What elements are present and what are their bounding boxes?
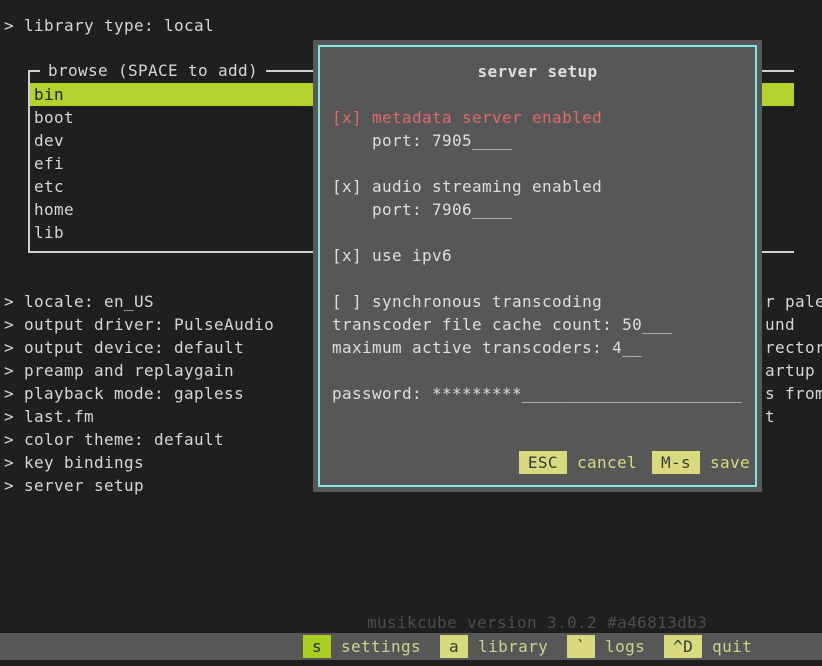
- esc-key-badge[interactable]: ESC: [519, 451, 567, 474]
- sync-transcoding-checkbox[interactable]: [ ] synchronous transcoding: [332, 290, 602, 313]
- clipped-text-fragment: t: [765, 405, 822, 428]
- settings-item-output-driver[interactable]: > output driver: PulseAudio: [4, 313, 274, 336]
- dialog-title: server setup: [313, 60, 762, 83]
- settings-item-color-theme[interactable]: > color theme: default: [4, 428, 274, 451]
- clipped-options-column: r pale und rector artup s from t: [765, 290, 822, 428]
- status-bar: s settings a library ` logs ^D quit: [0, 633, 822, 660]
- save-key-badge[interactable]: M-s: [652, 451, 700, 474]
- settings-item-lastfm[interactable]: > last.fm: [4, 405, 274, 428]
- clipped-text-fragment: artup: [765, 359, 822, 382]
- settings-item-locale[interactable]: > locale: en_US: [4, 290, 274, 313]
- shortcut-key-quit[interactable]: ^D: [664, 635, 702, 658]
- settings-item-server-setup[interactable]: > server setup: [4, 474, 274, 497]
- save-button[interactable]: save: [710, 451, 750, 474]
- shortcut-key-logs[interactable]: `: [567, 635, 595, 658]
- ipv6-checkbox[interactable]: [x] use ipv6: [332, 244, 452, 267]
- max-transcoders-input[interactable]: maximum active transcoders: 4__: [332, 336, 642, 359]
- cache-count-input[interactable]: transcoder file cache count: 50___: [332, 313, 672, 336]
- clipped-text-fragment: rector: [765, 336, 822, 359]
- password-input[interactable]: password: *********_____________________…: [332, 382, 742, 405]
- shortcut-label-library[interactable]: library: [478, 635, 548, 658]
- shortcut-key-settings[interactable]: s: [303, 635, 331, 658]
- settings-item-playback-mode[interactable]: > playback mode: gapless: [4, 382, 274, 405]
- audio-streaming-checkbox[interactable]: [x] audio streaming enabled: [332, 175, 602, 198]
- shortcut-label-logs[interactable]: logs: [605, 635, 645, 658]
- settings-item-key-bindings[interactable]: > key bindings: [4, 451, 274, 474]
- settings-item-preamp[interactable]: > preamp and replaygain: [4, 359, 274, 382]
- library-type-setting[interactable]: > library type: local: [4, 14, 214, 37]
- shortcut-key-library[interactable]: a: [440, 635, 468, 658]
- audio-port-input[interactable]: port: 7906____: [332, 198, 512, 221]
- version-text: musikcube version 3.0.2 #a46813db3: [367, 611, 707, 634]
- shortcut-label-settings[interactable]: settings: [341, 635, 421, 658]
- server-setup-dialog: server setup [x] metadata server enabled…: [313, 40, 762, 492]
- musikcube-settings-screen: > library type: local browse (SPACE to a…: [0, 0, 822, 666]
- clipped-text-fragment: und: [765, 313, 822, 336]
- settings-item-output-device[interactable]: > output device: default: [4, 336, 274, 359]
- dialog-button-row: ESC cancel M-s save: [519, 451, 750, 474]
- cancel-button[interactable]: cancel: [577, 451, 637, 474]
- browse-panel-title: browse (SPACE to add): [40, 59, 266, 82]
- settings-menu: > locale: en_US > output driver: PulseAu…: [4, 290, 274, 497]
- metadata-port-input[interactable]: port: 7905____: [332, 129, 512, 152]
- clipped-text-fragment: s from: [765, 382, 822, 405]
- shortcut-label-quit[interactable]: quit: [712, 635, 752, 658]
- clipped-text-fragment: r pale: [765, 290, 822, 313]
- metadata-server-checkbox[interactable]: [x] metadata server enabled: [332, 106, 602, 129]
